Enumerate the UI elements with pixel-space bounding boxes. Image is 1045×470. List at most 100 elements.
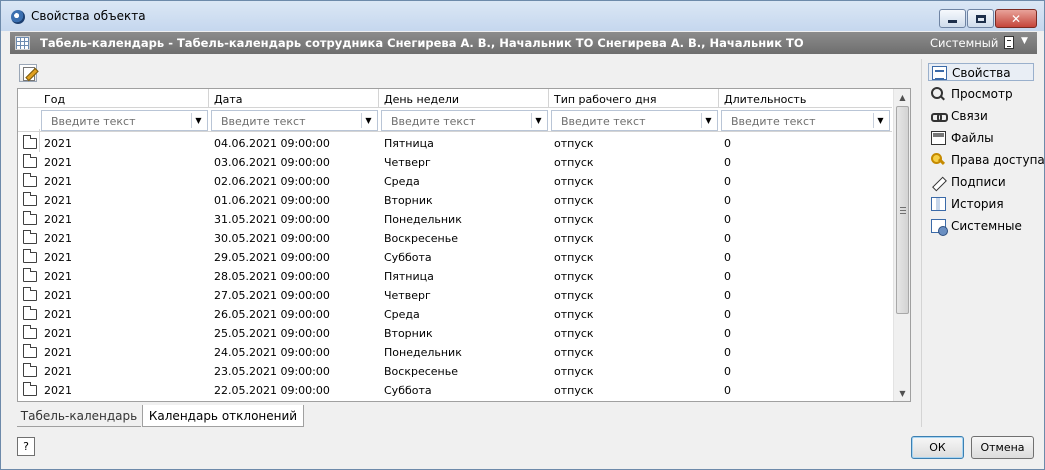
document-icon[interactable] bbox=[1004, 36, 1014, 49]
side-item-view[interactable]: Просмотр bbox=[928, 85, 1034, 103]
table-row[interactable]: 2021 01.06.2021 09:00:00 Вторник отпуск 0 bbox=[18, 191, 892, 210]
side-item-access-rights[interactable]: Права доступа bbox=[928, 151, 1045, 169]
maximize-button[interactable] bbox=[967, 9, 994, 28]
column-header-year[interactable]: Год bbox=[44, 93, 65, 106]
object-header-bar: Табель-календарь - Табель-календарь сотр… bbox=[10, 32, 1037, 54]
scroll-up-icon[interactable]: ▲ bbox=[894, 89, 910, 105]
filter-year[interactable]: Введите текст ▼ bbox=[41, 110, 208, 131]
cell-duration: 0 bbox=[724, 270, 731, 283]
cell-day-type: отпуск bbox=[554, 156, 594, 169]
cell-duration: 0 bbox=[724, 327, 731, 340]
chevron-down-icon[interactable]: ▼ bbox=[701, 113, 715, 128]
column-header-weekday[interactable]: День недели bbox=[384, 93, 459, 106]
filter-duration[interactable]: Введите текст ▼ bbox=[721, 110, 890, 131]
chevron-down-icon[interactable]: ▼ bbox=[873, 113, 887, 128]
folder-icon bbox=[23, 192, 37, 206]
table-row[interactable]: 2021 04.06.2021 09:00:00 Пятница отпуск 0 bbox=[18, 134, 892, 153]
cell-duration: 0 bbox=[724, 251, 731, 264]
folder-icon bbox=[23, 268, 37, 282]
cell-duration: 0 bbox=[724, 194, 731, 207]
table-row[interactable]: 2021 28.05.2021 09:00:00 Пятница отпуск 0 bbox=[18, 267, 892, 286]
cell-year: 2021 bbox=[44, 384, 72, 397]
table-row[interactable]: 2021 26.05.2021 09:00:00 Среда отпуск 0 bbox=[18, 305, 892, 324]
cell-date: 03.06.2021 09:00:00 bbox=[214, 156, 330, 169]
filter-placeholder: Введите текст bbox=[731, 115, 816, 128]
magnifier-icon bbox=[931, 87, 946, 101]
side-item-label: История bbox=[951, 197, 1004, 211]
cell-weekday: Воскресенье bbox=[384, 232, 458, 245]
close-button[interactable]: ✕ bbox=[995, 9, 1037, 28]
cell-weekday: Среда bbox=[384, 175, 420, 188]
cell-duration: 0 bbox=[724, 156, 731, 169]
floppy-disk-icon bbox=[931, 131, 946, 145]
scroll-thumb[interactable] bbox=[896, 106, 909, 314]
cell-duration: 0 bbox=[724, 384, 731, 397]
side-item-system[interactable]: Системные bbox=[928, 217, 1034, 236]
cell-duration: 0 bbox=[724, 346, 731, 359]
table-row[interactable]: 2021 03.06.2021 09:00:00 Четверг отпуск 0 bbox=[18, 153, 892, 172]
cell-date: 24.05.2021 09:00:00 bbox=[214, 346, 330, 359]
side-item-signatures[interactable]: Подписи bbox=[928, 173, 1034, 191]
chevron-down-icon[interactable]: ▼ bbox=[531, 113, 545, 128]
tab-timesheet-calendar[interactable]: Табель-календарь bbox=[17, 405, 141, 427]
cell-date: 31.05.2021 09:00:00 bbox=[214, 213, 330, 226]
filter-day-type[interactable]: Введите текст ▼ bbox=[551, 110, 718, 131]
column-header-duration[interactable]: Длительность bbox=[724, 93, 806, 106]
cell-duration: 0 bbox=[724, 308, 731, 321]
filter-weekday[interactable]: Введите текст ▼ bbox=[381, 110, 548, 131]
folder-icon bbox=[23, 306, 37, 320]
side-item-label: Свойства bbox=[952, 66, 1011, 80]
table-row[interactable]: 2021 02.06.2021 09:00:00 Среда отпуск 0 bbox=[18, 172, 892, 191]
folder-icon bbox=[23, 154, 37, 168]
side-item-label: Подписи bbox=[951, 175, 1006, 189]
table-calendar-icon bbox=[15, 36, 30, 50]
cell-year: 2021 bbox=[44, 137, 72, 150]
cell-day-type: отпуск bbox=[554, 384, 594, 397]
system-label[interactable]: Системный bbox=[930, 36, 998, 50]
help-button[interactable]: ? bbox=[17, 437, 35, 456]
properties-icon bbox=[932, 66, 947, 80]
chevron-down-icon[interactable]: ▼ bbox=[361, 113, 375, 128]
cancel-button[interactable]: Отмена bbox=[971, 436, 1034, 459]
filter-placeholder: Введите текст bbox=[391, 115, 476, 128]
cell-weekday: Понедельник bbox=[384, 213, 462, 226]
tab-deviation-calendar[interactable]: Календарь отклонений bbox=[142, 405, 304, 427]
chevron-down-icon[interactable]: ▼ bbox=[191, 113, 205, 128]
cell-year: 2021 bbox=[44, 308, 72, 321]
chevron-down-icon[interactable]: ▼ bbox=[1021, 36, 1028, 46]
table-row[interactable]: 2021 30.05.2021 09:00:00 Воскресенье отпуск… bbox=[18, 229, 892, 248]
table-row[interactable]: 2021 29.05.2021 09:00:00 Суббота отпуск 0 bbox=[18, 248, 892, 267]
cell-weekday: Четверг bbox=[384, 156, 431, 169]
minimize-button[interactable] bbox=[939, 9, 966, 28]
cell-duration: 0 bbox=[724, 365, 731, 378]
folder-icon bbox=[23, 382, 37, 396]
side-item-label: Права доступа bbox=[951, 153, 1045, 167]
edit-button[interactable] bbox=[19, 64, 37, 82]
cell-year: 2021 bbox=[44, 232, 72, 245]
ok-button[interactable]: ОК bbox=[911, 436, 964, 459]
history-icon bbox=[931, 197, 946, 211]
folder-icon bbox=[23, 287, 37, 301]
vertical-scrollbar[interactable]: ▲ ▼ bbox=[893, 89, 910, 401]
side-item-files[interactable]: Файлы bbox=[928, 129, 1034, 147]
table-row[interactable]: 2021 25.05.2021 09:00:00 Вторник отпуск 0 bbox=[18, 324, 892, 343]
grip-icon bbox=[900, 207, 906, 214]
cell-duration: 0 bbox=[724, 232, 731, 245]
filter-date[interactable]: Введите текст ▼ bbox=[211, 110, 378, 131]
side-item-links[interactable]: Связи bbox=[928, 107, 1034, 125]
scroll-down-icon[interactable]: ▼ bbox=[894, 385, 910, 401]
side-item-properties[interactable]: Свойства bbox=[928, 63, 1034, 81]
cell-day-type: отпуск bbox=[554, 365, 594, 378]
filter-row: Введите текст ▼ Введите текст ▼ Введите … bbox=[18, 109, 892, 152]
cell-year: 2021 bbox=[44, 156, 72, 169]
cell-day-type: отпуск bbox=[554, 327, 594, 340]
cell-year: 2021 bbox=[44, 289, 72, 302]
side-item-history[interactable]: История bbox=[928, 195, 1034, 213]
table-row[interactable]: 2021 22.05.2021 09:00:00 Суббота отпуск 0 bbox=[18, 381, 892, 400]
table-row[interactable]: 2021 31.05.2021 09:00:00 Понедельник отпуск… bbox=[18, 210, 892, 229]
table-row[interactable]: 2021 24.05.2021 09:00:00 Понедельник отпуск… bbox=[18, 343, 892, 362]
table-row[interactable]: 2021 27.05.2021 09:00:00 Четверг отпуск 0 bbox=[18, 286, 892, 305]
column-header-date[interactable]: Дата bbox=[214, 93, 242, 106]
table-row[interactable]: 2021 23.05.2021 09:00:00 Воскресенье отпуск… bbox=[18, 362, 892, 381]
column-header-day-type[interactable]: Тип рабочего дня bbox=[554, 93, 656, 106]
